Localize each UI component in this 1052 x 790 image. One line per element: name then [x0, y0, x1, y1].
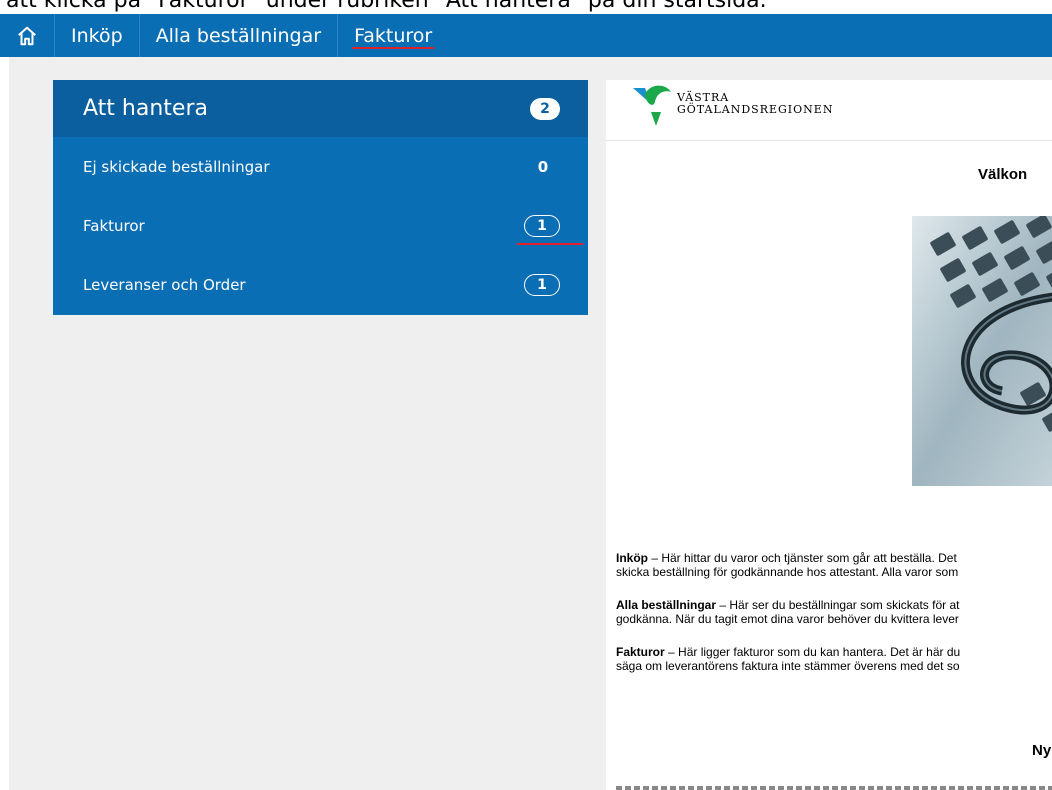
main-area: Att hantera 2 Ej skickade beställningar … [9, 57, 1052, 790]
att-hantera-panel: Att hantera 2 Ej skickade beställningar … [53, 80, 588, 315]
vgr-logo: VÄSTRA GÖTALANDSREGIONEN [631, 82, 861, 130]
total-count-badge: 2 [530, 97, 560, 120]
home-button[interactable] [0, 14, 55, 57]
paragraph-fakturor: Fakturor – Här ligger fakturor som du ka… [616, 645, 961, 673]
row-fakturor[interactable]: Fakturor 1 [53, 196, 588, 255]
row-count-badge: 1 [517, 214, 583, 245]
vgr-logo-icon [633, 85, 671, 126]
cut-off-text-line [616, 786, 1052, 790]
paragraph-inkop: Inköp – Här hittar du varor och tjänster… [616, 551, 959, 579]
top-navigation: Inköp Alla beställningar Fakturor [0, 14, 1052, 57]
panel-header: Att hantera 2 [53, 80, 588, 137]
document-header: VÄSTRA GÖTALANDSREGIONEN [606, 80, 1052, 141]
nav-alla-bestallningar[interactable]: Alla beställningar [140, 14, 339, 57]
keyboard-photo [912, 216, 1052, 486]
row-label: Leveranser och Order [83, 275, 246, 294]
row-count: 0 [537, 157, 549, 176]
instruction-caption: att klicka på "Fakturor" under rubriken … [6, 0, 767, 13]
nav-fakturor[interactable]: Fakturor [338, 14, 448, 57]
welcome-heading: Välkon [978, 166, 1028, 183]
row-label: Ej skickade beställningar [83, 157, 270, 176]
panel-title: Att hantera [83, 96, 208, 121]
section-heading: Ny [1032, 742, 1052, 759]
row-ej-skickade[interactable]: Ej skickade beställningar 0 [53, 137, 588, 196]
paragraph-alla-bestallningar: Alla beställningar – Här ser du beställn… [616, 598, 960, 626]
welcome-document: VÄSTRA GÖTALANDSREGIONEN Välkon Inköp – … [606, 80, 1052, 790]
row-count-badge: 1 [524, 273, 560, 296]
logo-text: VÄSTRA GÖTALANDSREGIONEN [677, 91, 834, 116]
nav-inkop[interactable]: Inköp [55, 14, 140, 57]
row-label: Fakturor [83, 216, 145, 235]
row-leveranser[interactable]: Leveranser och Order 1 [53, 255, 588, 314]
home-icon [18, 26, 36, 45]
